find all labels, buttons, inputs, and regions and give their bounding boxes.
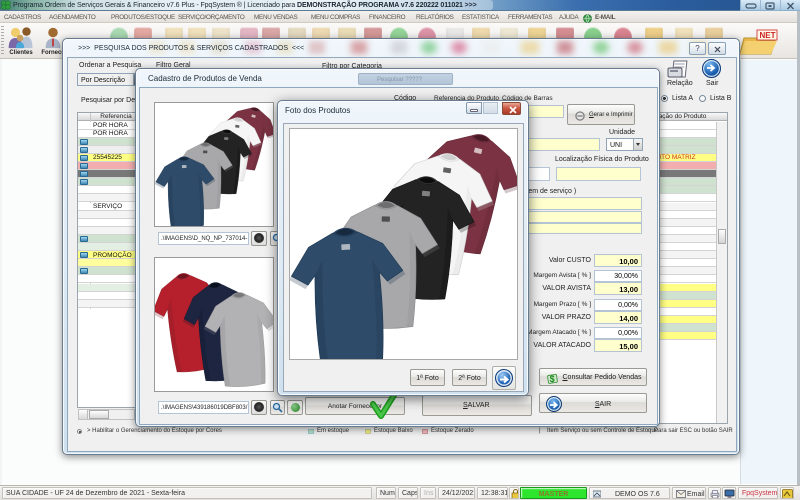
svg-text:NET: NET [760,31,776,40]
svg-text:$: $ [550,374,555,384]
